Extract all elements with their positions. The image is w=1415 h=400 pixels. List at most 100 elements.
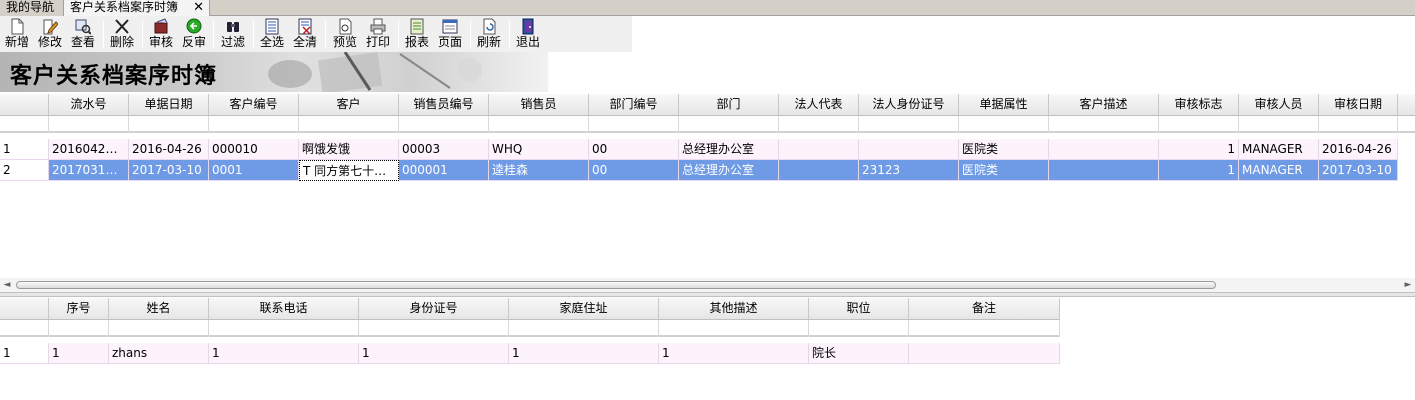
table-cell[interactable]: 1	[49, 343, 109, 364]
column-header[interactable]	[0, 94, 49, 116]
filter-cell[interactable]	[959, 116, 1049, 133]
scroll-right-icon[interactable]: ►	[1401, 278, 1415, 292]
preview-button[interactable]: 预览	[331, 17, 359, 51]
table-cell[interactable]: 0001	[209, 160, 299, 181]
filter-cell[interactable]	[509, 320, 659, 337]
column-header[interactable]: 客户	[299, 94, 399, 116]
column-header[interactable]: 审核人员	[1239, 94, 1319, 116]
column-header[interactable]: 姓名	[109, 298, 209, 320]
table-cell[interactable]	[1049, 160, 1159, 181]
table-cell[interactable]	[909, 343, 1060, 364]
column-header[interactable]: 序号	[49, 298, 109, 320]
column-header[interactable]: 审核标志	[1159, 94, 1239, 116]
tab-my-navigation[interactable]: 我的导航	[0, 0, 64, 16]
scroll-left-icon[interactable]: ◄	[0, 278, 14, 292]
filter-button[interactable]: 过滤	[219, 17, 247, 51]
table-cell[interactable]: WHQ	[489, 139, 589, 160]
filter-cell[interactable]	[299, 116, 399, 133]
clear-all-button[interactable]: 全清	[291, 17, 319, 51]
table-cell[interactable]: 00	[589, 139, 679, 160]
table-cell[interactable]: 逵桂森	[489, 160, 589, 181]
table-cell[interactable]: 总经理办公室	[679, 160, 779, 181]
filter-cell[interactable]	[209, 320, 359, 337]
table-cell[interactable]: 1	[509, 343, 659, 364]
filter-cell[interactable]	[909, 320, 1060, 337]
horizontal-scrollbar[interactable]: ◄ ►	[0, 278, 1415, 292]
table-cell[interactable]: MANAGER	[1239, 139, 1319, 160]
delete-button[interactable]: 删除	[108, 17, 136, 51]
column-header[interactable]: 联系电话	[209, 298, 359, 320]
column-header[interactable]: 法人代表	[779, 94, 859, 116]
filter-cell[interactable]	[489, 116, 589, 133]
table-cell[interactable]: 2016-04-26	[129, 139, 209, 160]
column-header[interactable]: 客户描述	[1049, 94, 1159, 116]
table-cell[interactable]: zhans	[109, 343, 209, 364]
table-row[interactable]: 1 20160426… 2016-04-26 000010 啊饿发饿 00003 WHQ 00…	[0, 139, 1398, 160]
close-icon[interactable]: ✕	[193, 0, 204, 15]
column-header[interactable]	[0, 298, 49, 320]
column-header[interactable]: 法人身份证号	[859, 94, 959, 116]
table-cell[interactable]: 2017-03-10	[129, 160, 209, 181]
table-row[interactable]: 2 20170310… 2017-03-10 0001 T 同方第七十… 000001 逵桂…	[0, 160, 1398, 181]
filter-cell[interactable]	[49, 320, 109, 337]
select-all-button[interactable]: 全选	[258, 17, 286, 51]
table-cell[interactable]: 1	[659, 343, 809, 364]
table-cell[interactable]	[779, 139, 859, 160]
pane-splitter[interactable]	[0, 292, 1415, 297]
column-header[interactable]: 部门编号	[589, 94, 679, 116]
table-cell[interactable]: 2017-03-10	[1319, 160, 1398, 181]
table-cell[interactable]	[859, 139, 959, 160]
table-cell[interactable]: 医院类	[959, 139, 1049, 160]
column-header[interactable]: 职位	[809, 298, 909, 320]
table-cell[interactable]: 00003	[399, 139, 489, 160]
exit-button[interactable]: 退出	[514, 17, 542, 51]
filter-cell[interactable]	[679, 116, 779, 133]
column-header[interactable]: 部门	[679, 94, 779, 116]
table-cell[interactable]: T 同方第七十…	[299, 160, 399, 181]
table-cell[interactable]: 医院类	[959, 160, 1049, 181]
filter-cell[interactable]	[809, 320, 909, 337]
column-header[interactable]: 备注	[909, 298, 1060, 320]
column-header[interactable]: 家庭住址	[509, 298, 659, 320]
table-cell[interactable]: 2016-04-26	[1319, 139, 1398, 160]
tab-customer-archive[interactable]: 客户关系档案序时簿 ✕	[64, 0, 210, 16]
table-cell[interactable]: MANAGER	[1239, 160, 1319, 181]
table-cell[interactable]: 1	[359, 343, 509, 364]
filter-cell[interactable]	[659, 320, 809, 337]
report-button[interactable]: 报表	[403, 17, 431, 51]
new-button[interactable]: 新增	[3, 17, 31, 51]
filter-cell[interactable]	[209, 116, 299, 133]
table-cell[interactable]: 000001	[399, 160, 489, 181]
filter-cell[interactable]	[1319, 116, 1398, 133]
column-header[interactable]: 销售员编号	[399, 94, 489, 116]
audit-button[interactable]: 审核	[147, 17, 175, 51]
table-cell[interactable]	[1049, 139, 1159, 160]
refresh-button[interactable]: 刷新	[475, 17, 503, 51]
column-header[interactable]: 身份证号	[359, 298, 509, 320]
table-cell[interactable]: 1	[1159, 160, 1239, 181]
filter-cell[interactable]	[779, 116, 859, 133]
table-cell[interactable]: 23123	[859, 160, 959, 181]
filter-cell[interactable]	[1049, 116, 1159, 133]
filter-cell[interactable]	[1159, 116, 1239, 133]
table-cell[interactable]	[779, 160, 859, 181]
filter-cell[interactable]	[399, 116, 489, 133]
unaudit-button[interactable]: 反审	[180, 17, 208, 51]
view-button[interactable]: 查看	[68, 17, 98, 51]
column-header[interactable]: 客户编号	[209, 94, 299, 116]
table-cell[interactable]: 啊饿发饿	[299, 139, 399, 160]
table-cell[interactable]: 000010	[209, 139, 299, 160]
column-header[interactable]: 审核日期	[1319, 94, 1398, 116]
filter-cell[interactable]	[1239, 116, 1319, 133]
table-cell[interactable]: 1	[209, 343, 359, 364]
filter-cell[interactable]	[859, 116, 959, 133]
filter-cell[interactable]	[109, 320, 209, 337]
table-cell[interactable]: 20160426…	[49, 139, 129, 160]
filter-cell[interactable]	[589, 116, 679, 133]
column-header[interactable]: 其他描述	[659, 298, 809, 320]
edit-button[interactable]: 修改	[36, 17, 64, 51]
filter-cell[interactable]	[129, 116, 209, 133]
scrollbar-thumb[interactable]	[16, 281, 1216, 289]
column-header[interactable]: 单据日期	[129, 94, 209, 116]
table-cell[interactable]: 院长	[809, 343, 909, 364]
